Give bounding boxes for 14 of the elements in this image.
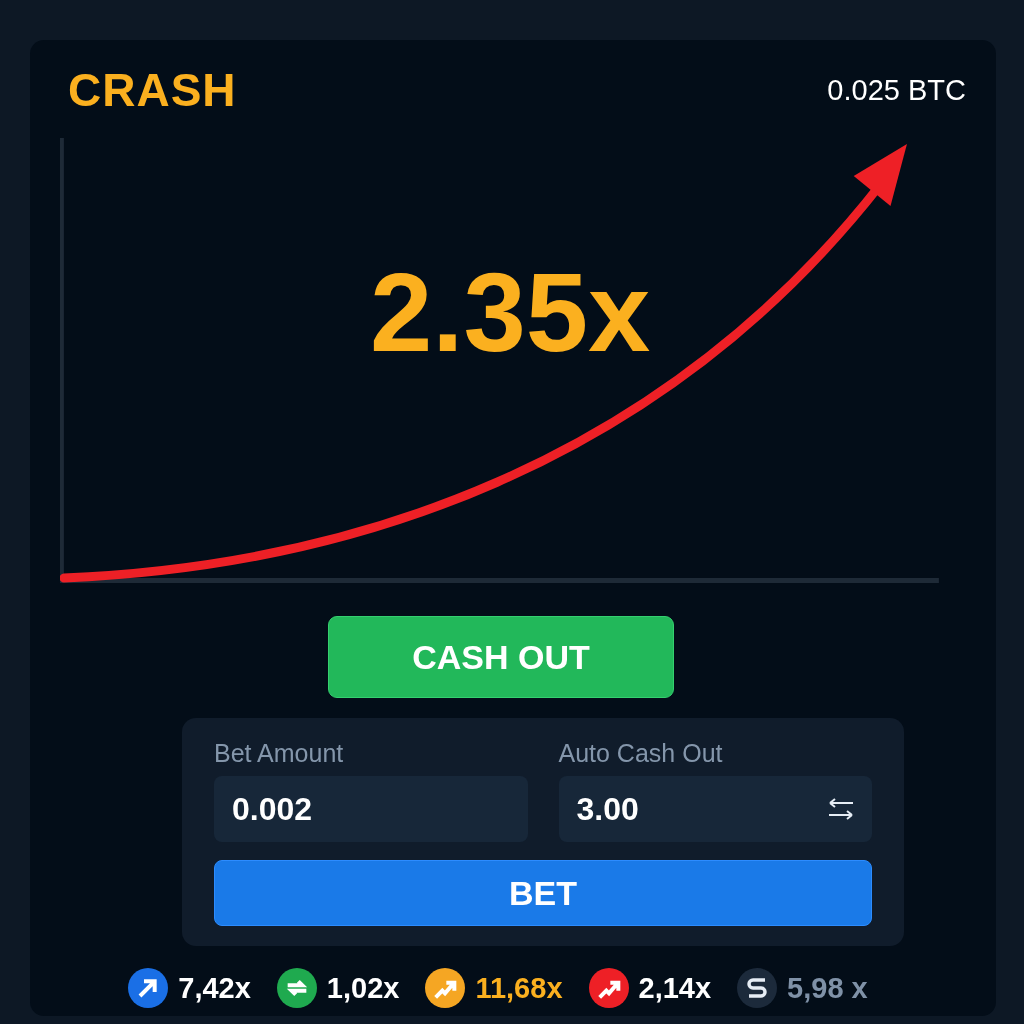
bet-button[interactable]: BET (214, 860, 872, 926)
swap-icon[interactable] (826, 796, 856, 822)
round-multiplier: 2,14x (638, 971, 712, 1005)
bet-amount-field[interactable]: 0.002 (214, 776, 528, 842)
field-label: Auto Cash Out (558, 738, 724, 769)
game-title: CRASH (68, 63, 237, 117)
balance: 0.025 BTC (827, 73, 966, 107)
round-multiplier: 11,68x (475, 971, 563, 1005)
round-multiplier: 1,02x (326, 971, 400, 1005)
round-multiplier: 5,98 x (787, 971, 868, 1005)
auto-cash-out-field[interactable]: 3.00 (558, 776, 872, 842)
multiplier: 2.35x (370, 249, 651, 377)
field-label: Bet Amount (214, 738, 345, 769)
round-multiplier: 7,42x (178, 971, 251, 1005)
